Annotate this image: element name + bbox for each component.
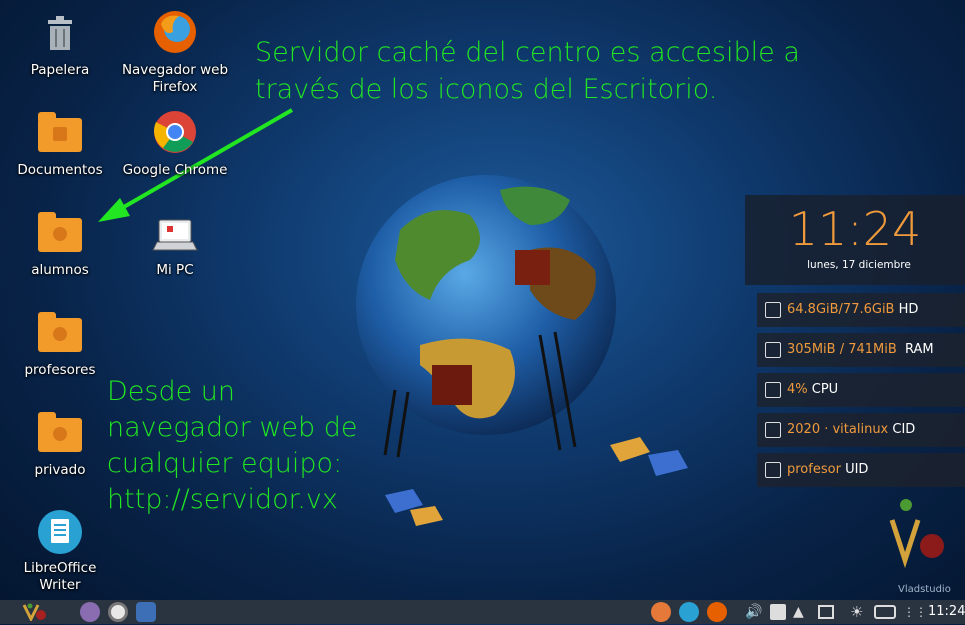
folder-network-icon (36, 210, 84, 258)
conky-row-cid: 2020 · vitalinux CID (757, 413, 965, 447)
tablet-icon[interactable] (874, 605, 896, 619)
annotation-top-line: Servidor caché del centro es accesible a (255, 37, 800, 68)
annotation-top: Servidor caché del centro es accesible a… (255, 34, 800, 108)
folder-network-icon (36, 410, 84, 458)
desktop-icon-privado[interactable]: privado (5, 410, 115, 479)
computer-icon (151, 210, 199, 258)
show-desktop-launcher-icon[interactable] (136, 602, 156, 622)
brightness-icon[interactable]: ☀ (850, 604, 866, 620)
desktop-icon-alumnos[interactable]: alumnos (5, 210, 115, 279)
desktop-icon-documents[interactable]: Documentos (5, 110, 115, 179)
display-icon[interactable] (823, 604, 839, 620)
conky-cpu-label: CPU (811, 382, 839, 397)
id-icon (765, 422, 781, 438)
conky-row-uid: profesor UID (757, 453, 965, 487)
conky-cid-label: CID (892, 422, 916, 437)
conky-row-hd: 64.8GiB/77.6GiB HD (757, 293, 965, 327)
harddisk-icon (765, 302, 781, 318)
conky-cpu-value: 4% (787, 382, 808, 397)
vitalinux-app-icon[interactable] (651, 602, 671, 622)
shutdown-menu-icon[interactable]: ⋮⋮ (903, 604, 927, 620)
desktop-icon-chrome[interactable]: Google Chrome (120, 110, 230, 179)
conky-ram-label: RAM (905, 342, 934, 357)
cpu-icon (765, 382, 781, 398)
volume-icon[interactable]: 🔊 (745, 604, 762, 620)
conky-hd-label: HD (898, 302, 919, 317)
file-manager-launcher-icon[interactable] (80, 602, 100, 622)
folder-network-icon (36, 310, 84, 358)
desktop-icon-trash[interactable]: Papelera (5, 10, 115, 79)
wallpaper-watermark: Vladstudio (898, 584, 951, 595)
conky-uid-label: UID (845, 462, 869, 477)
firefox-icon (151, 10, 199, 58)
conky-uid-value: profesor (787, 462, 841, 477)
desktop-icon-firefox[interactable]: Navegador web Firefox (120, 10, 230, 96)
desktop-icon-label: Papelera (30, 62, 90, 78)
desktop-icon-writer[interactable]: LibreOffice Writer (5, 508, 115, 594)
start-menu-logo-icon[interactable] (22, 603, 48, 623)
memory-icon (765, 342, 781, 358)
annotation-left-line: navegador web de (107, 412, 358, 443)
conky-row-cpu: 4% CPU (757, 373, 965, 407)
chrome-icon (151, 110, 199, 158)
folder-documents-icon (36, 110, 84, 158)
desktop-icon-label: alumnos (31, 262, 89, 278)
libreoffice-writer-icon (36, 508, 84, 556)
notifications-icon[interactable]: ▲ (793, 604, 809, 620)
desktop-icon-label: LibreOffice Writer (23, 560, 97, 593)
annotation-left: Desde un navegador web de cualquier equi… (107, 374, 358, 518)
conky-row-ram: 305MiB / 741MiB RAM (757, 333, 965, 367)
conky-cid-value: 2020 · vitalinux (787, 422, 889, 437)
conky-hd-value: 64.8GiB/77.6GiB (787, 302, 895, 317)
desktop-icon-label: privado (34, 462, 86, 478)
writer-app-icon[interactable] (679, 602, 699, 622)
desktop-icon-label: profesores (24, 362, 96, 378)
firefox-app-icon[interactable] (707, 602, 727, 622)
trash-icon (36, 10, 84, 58)
conky-ram-value: 305MiB / 741MiB (787, 342, 897, 357)
desktop-icon-mipc[interactable]: Mi PC (120, 210, 230, 279)
conky-time: 11:24 (788, 202, 922, 256)
user-icon (765, 462, 781, 478)
clipboard-icon[interactable] (770, 604, 786, 620)
settings-launcher-icon[interactable] (108, 602, 128, 622)
annotation-top-line: través de los iconos del Escritorio. (255, 74, 718, 105)
desktop-icon-label: Mi PC (156, 262, 194, 278)
desktop-icon-profesores[interactable]: profesores (5, 310, 115, 379)
taskbar-clock[interactable]: 11:24 (928, 604, 965, 619)
desktop-icon-label: Navegador web Firefox (121, 62, 229, 95)
conky-clock-panel: 11:24 lunes, 17 diciembre (745, 195, 965, 285)
annotation-left-line: cualquier equipo: (107, 448, 343, 479)
desktop-icon-label: Documentos (17, 162, 103, 178)
annotation-left-line: http://servidor.vx (107, 484, 338, 515)
annotation-left-line: Desde un (107, 376, 236, 407)
desktop-icon-label: Google Chrome (122, 162, 228, 178)
taskbar: 🔊 ▲ ☀ ⋮⋮ 11:24 (0, 600, 965, 624)
conky-date: lunes, 17 diciembre (807, 259, 911, 271)
